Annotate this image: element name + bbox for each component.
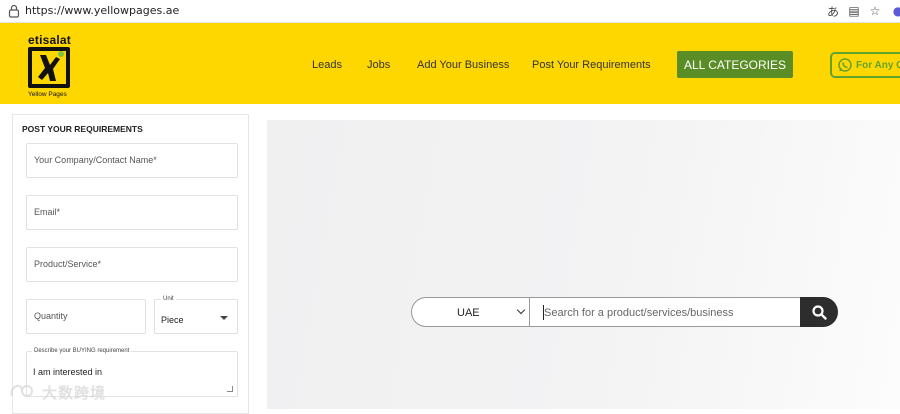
logo-caption: Yellow Pages <box>28 91 67 98</box>
form-title: POST YOUR REQUIREMENTS <box>22 124 143 134</box>
lock-icon[interactable] <box>8 4 20 18</box>
watermark-text: 大数跨境 <box>42 384 107 402</box>
post-requirements-form: POST YOUR REQUIREMENTS Your Company/Cont… <box>12 114 249 414</box>
product-service-placeholder: Product/Service* <box>34 259 102 269</box>
browser-address-bar[interactable]: https://www.yellowpages.ae あ ▤ ☆ ● <box>0 0 900 23</box>
all-categories-button[interactable]: ALL CATEGORIES <box>677 51 793 78</box>
country-value: UAE <box>457 307 480 319</box>
chevron-down-icon <box>516 305 526 315</box>
company-contact-placeholder: Your Company/Contact Name* <box>34 155 157 165</box>
site-header: etisalat Yellow Pages Leads Jobs Add You… <box>0 23 900 104</box>
yellow-pages-logo[interactable]: etisalat Yellow Pages <box>28 33 74 101</box>
quantity-placeholder: Quantity <box>34 311 68 321</box>
watermark-logo-icon <box>10 384 33 397</box>
whatsapp-icon <box>838 58 852 72</box>
whatsapp-enquiry-button[interactable]: For Any Qu <box>830 52 900 78</box>
nav-post-your-requirements[interactable]: Post Your Requirements <box>532 59 651 71</box>
unit-value: Piece <box>161 315 184 325</box>
profile-icon[interactable]: ● <box>890 3 900 19</box>
description-value: I am interested in <box>33 367 103 377</box>
email-placeholder: Email* <box>34 207 61 217</box>
quantity-field[interactable]: Quantity <box>26 299 146 334</box>
description-label: Describe your BUYING requirement <box>32 348 132 354</box>
reader-icon[interactable]: ▤ <box>846 3 862 19</box>
whatsapp-label: For Any Qu <box>856 59 900 71</box>
unit-label: Unit <box>161 296 176 302</box>
walking-fingers-icon <box>28 47 70 88</box>
product-service-field[interactable]: Product/Service* <box>26 247 238 282</box>
search-input[interactable]: Search for a product/services/business <box>529 297 801 327</box>
star-icon[interactable]: ☆ <box>867 3 883 19</box>
resize-handle-icon[interactable] <box>227 386 233 392</box>
hero-banner <box>267 120 900 409</box>
nav-jobs[interactable]: Jobs <box>367 59 390 71</box>
country-select[interactable]: UAE <box>411 297 530 327</box>
logo-brand: etisalat <box>28 33 71 47</box>
watermark: 大数跨境 <box>8 381 106 403</box>
email-field[interactable]: Email* <box>26 195 238 230</box>
search-placeholder: Search for a product/services/business <box>544 307 734 319</box>
nav-add-your-business[interactable]: Add Your Business <box>417 59 509 71</box>
caret-down-icon <box>220 316 228 320</box>
translate-icon[interactable]: あ <box>825 3 841 19</box>
nav-leads[interactable]: Leads <box>312 59 342 71</box>
search-icon <box>811 304 827 320</box>
search-button[interactable] <box>800 297 838 327</box>
url-text[interactable]: https://www.yellowpages.ae <box>25 4 179 17</box>
company-contact-field[interactable]: Your Company/Contact Name* <box>26 143 238 178</box>
search-bar: UAE Search for a product/services/busine… <box>411 297 838 327</box>
unit-select[interactable]: Unit Piece <box>154 296 238 334</box>
